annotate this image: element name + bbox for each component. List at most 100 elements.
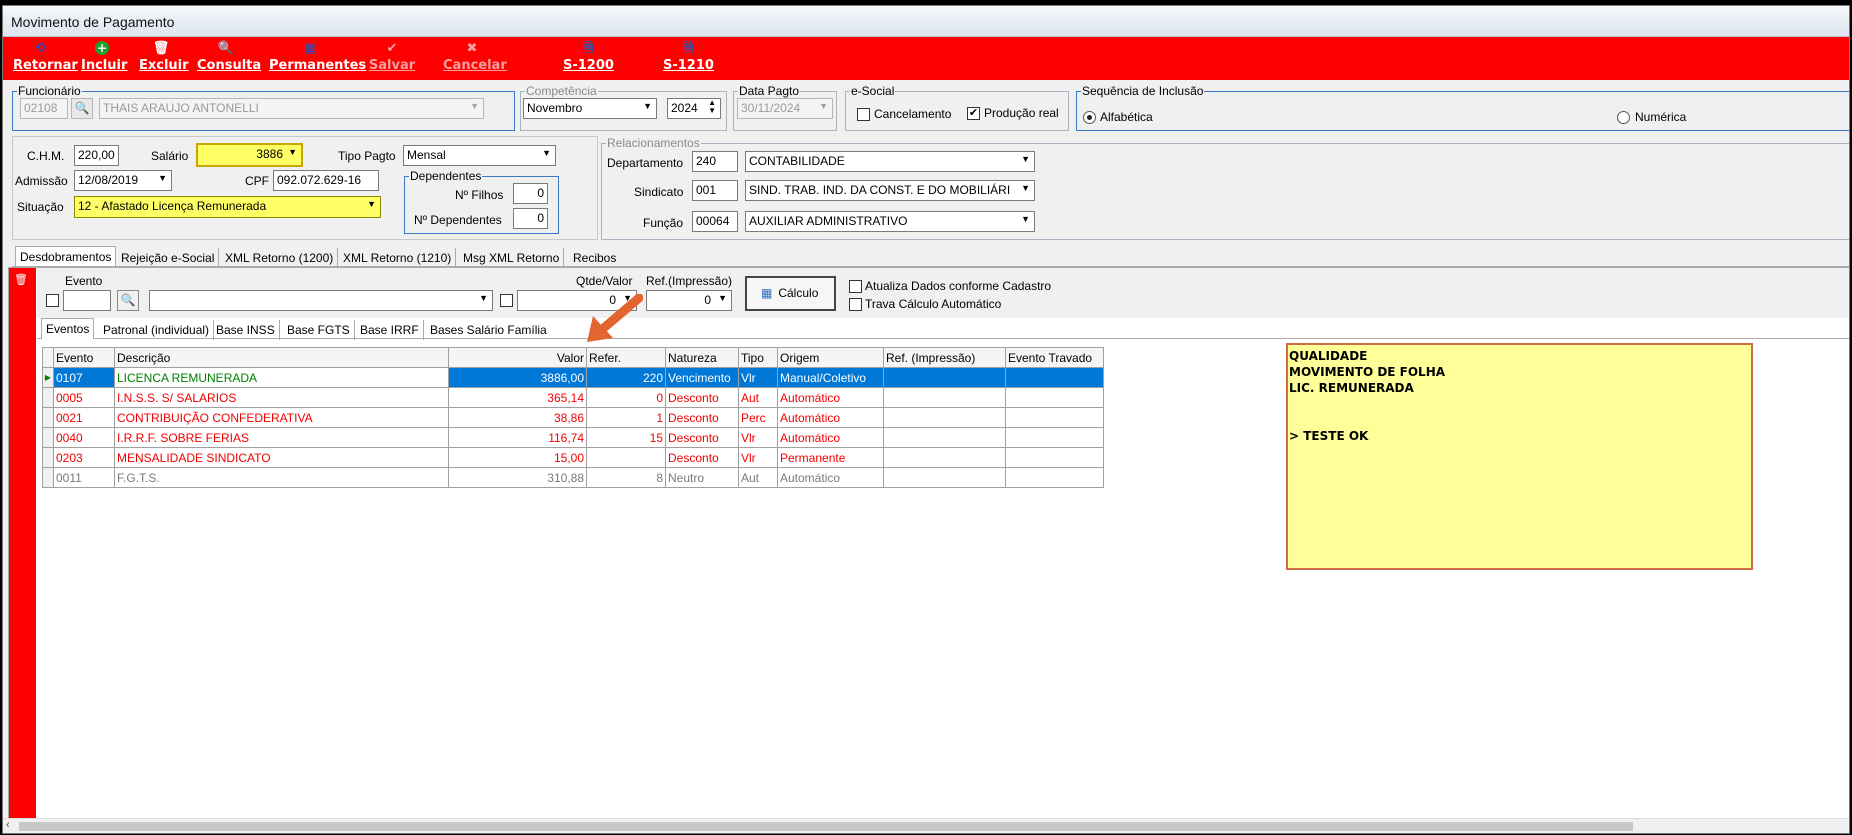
retornar-button[interactable]: ⟲ Retornar — [13, 40, 78, 78]
header-origem[interactable]: Origem — [777, 347, 884, 368]
cell-ref-impressao[interactable] — [883, 447, 1006, 468]
cell-evento-travado[interactable] — [1005, 407, 1104, 428]
cell-valor[interactable]: 38,86 — [448, 407, 587, 428]
cell-evento[interactable]: 0011 — [53, 467, 115, 488]
cell-descricao[interactable]: I.N.S.S. S/ SALARIOS — [114, 387, 449, 408]
evento-checkbox[interactable] — [46, 294, 59, 307]
cell-evento[interactable]: 0005 — [53, 387, 115, 408]
cell-valor[interactable]: 116,74 — [448, 427, 587, 448]
header-tipo[interactable]: Tipo — [738, 347, 778, 368]
cell-origem[interactable]: Manual/Coletivo — [777, 367, 884, 388]
cell-evento-travado[interactable] — [1005, 387, 1104, 408]
permanentes-button[interactable]: ▦ Permanentes — [269, 40, 366, 78]
cell-tipo[interactable]: Aut — [738, 467, 778, 488]
cell-natureza[interactable]: Desconto — [665, 387, 739, 408]
cell-refer[interactable]: 220 — [586, 367, 666, 388]
cell-valor[interactable]: 3886,00 — [448, 367, 587, 388]
search-icon[interactable]: 🔍 — [117, 290, 139, 311]
cell-descricao[interactable]: MENSALIDADE SINDICATO — [114, 447, 449, 468]
cell-tipo[interactable]: Perc — [738, 407, 778, 428]
s1200-button[interactable]: 🗎 S-1200 — [563, 40, 614, 78]
funcao-code-field[interactable]: 00064 — [692, 211, 738, 232]
cell-ref-impressao[interactable] — [883, 467, 1006, 488]
cell-tipo[interactable]: Aut — [738, 387, 778, 408]
cell-evento-travado[interactable] — [1005, 367, 1104, 388]
cell-refer[interactable]: 0 — [586, 387, 666, 408]
table-row[interactable]: 0005 I.N.S.S. S/ SALARIOS 365,14 0 Desco… — [42, 387, 1104, 408]
cell-valor[interactable]: 365,14 — [448, 387, 587, 408]
cancelamento-checkbox[interactable] — [857, 108, 870, 121]
cell-descricao[interactable]: CONTRIBUIÇÃO CONFEDERATIVA — [114, 407, 449, 428]
cell-evento[interactable]: 0040 — [53, 427, 115, 448]
subtab-patronal[interactable]: Patronal (individual) — [99, 320, 215, 340]
cell-descricao[interactable]: F.G.T.S. — [114, 467, 449, 488]
cell-natureza[interactable]: Desconto — [665, 447, 739, 468]
subtab-base-fgts[interactable]: Base FGTS — [283, 320, 355, 340]
cell-refer[interactable] — [586, 447, 666, 468]
table-row[interactable]: 0040 I.R.R.F. SOBRE FERIAS 116,74 15 Des… — [42, 427, 1104, 448]
cell-natureza[interactable]: Desconto — [665, 407, 739, 428]
cell-evento[interactable]: 0021 — [53, 407, 115, 428]
cell-natureza[interactable]: Desconto — [665, 427, 739, 448]
calculo-button[interactable]: ▦ Cálculo — [745, 276, 836, 311]
cell-origem[interactable]: Automático — [777, 427, 884, 448]
atualiza-checkbox[interactable] — [849, 280, 862, 293]
cell-evento[interactable]: 0107 — [53, 367, 115, 388]
ref-impressao-field[interactable]: 0 ▼ — [646, 290, 732, 311]
trava-checkbox[interactable] — [849, 298, 862, 311]
table-row[interactable]: ▶ 0107 LICENCA REMUNERADA 3886,00 220 Ve… — [42, 367, 1104, 388]
cell-origem[interactable]: Automático — [777, 387, 884, 408]
cell-refer[interactable]: 8 — [586, 467, 666, 488]
header-descricao[interactable]: Descrição — [114, 347, 449, 368]
delete-icon[interactable]: 🗑 — [14, 273, 28, 286]
tab-recibos[interactable]: Recibos — [569, 248, 620, 268]
funcionario-code-field[interactable]: 02108 — [20, 98, 68, 119]
cell-refer[interactable]: 15 — [586, 427, 666, 448]
cell-descricao[interactable]: LICENCA REMUNERADA — [114, 367, 449, 388]
scroll-left-icon[interactable]: ‹ — [6, 819, 10, 831]
header-ref-impressao[interactable]: Ref. (Impressão) — [883, 347, 1006, 368]
filhos-field[interactable]: 0 — [513, 183, 548, 204]
cell-tipo[interactable]: Vlr — [738, 427, 778, 448]
salario-select[interactable]: 3886 ▼ — [196, 143, 303, 167]
scrollbar-thumb[interactable] — [19, 822, 1633, 831]
header-natureza[interactable]: Natureza — [665, 347, 739, 368]
cell-valor[interactable]: 310,88 — [448, 467, 587, 488]
tab-msg-xml-retorno[interactable]: Msg XML Retorno — [459, 248, 565, 268]
cell-ref-impressao[interactable] — [883, 367, 1006, 388]
observation-note[interactable]: QUALIDADE MOVIMENTO DE FOLHA LIC. REMUNE… — [1286, 343, 1753, 570]
header-evento-travado[interactable]: Evento Travado — [1005, 347, 1104, 368]
alfabetica-radio[interactable] — [1083, 111, 1096, 124]
cell-descricao[interactable]: I.R.R.F. SOBRE FERIAS — [114, 427, 449, 448]
funcionario-name-select[interactable]: THAIS ARAUJO ANTONELLI ▼ — [99, 98, 484, 119]
subtab-bases-salario-familia[interactable]: Bases Salário Família — [426, 320, 551, 340]
subtab-eventos[interactable]: Eventos — [41, 318, 95, 339]
cell-valor[interactable]: 15,00 — [448, 447, 587, 468]
s1210-button[interactable]: 🗎 S-1210 — [663, 40, 714, 78]
horizontal-scrollbar[interactable]: ‹ — [3, 818, 1849, 833]
producao-real-checkbox[interactable]: ✔ — [967, 107, 980, 120]
header-evento[interactable]: Evento — [53, 347, 115, 368]
subtab-base-inss[interactable]: Base INSS — [212, 320, 280, 340]
evento-code-field[interactable] — [63, 290, 111, 311]
cell-tipo[interactable]: Vlr — [738, 447, 778, 468]
numerica-radio[interactable] — [1617, 111, 1630, 124]
tipo-pagto-select[interactable]: Mensal ▼ — [403, 145, 556, 166]
cell-ref-impressao[interactable] — [883, 407, 1006, 428]
cpf-field[interactable]: 092.072.629-16 — [273, 170, 379, 191]
header-valor[interactable]: Valor — [448, 347, 587, 368]
sindicato-code-field[interactable]: 001 — [692, 180, 738, 201]
cell-origem[interactable]: Permanente — [777, 447, 884, 468]
cancelar-button[interactable]: ✖ Cancelar — [443, 40, 507, 78]
competencia-year-spinner[interactable]: 2024 ▲ ▼ — [667, 98, 721, 119]
cell-ref-impressao[interactable] — [883, 427, 1006, 448]
table-row[interactable]: 0203 MENSALIDADE SINDICATO 15,00 Descont… — [42, 447, 1104, 468]
tab-xml-retorno-1210[interactable]: XML Retorno (1210) — [339, 248, 457, 268]
funcao-select[interactable]: AUXILIAR ADMINISTRATIVO ▼ — [745, 211, 1035, 232]
sindicato-select[interactable]: SIND. TRAB. IND. DA CONST. E DO MOBILIÁR… — [745, 180, 1035, 201]
cell-evento-travado[interactable] — [1005, 447, 1104, 468]
situacao-select[interactable]: 12 - Afastado Licença Remunerada ▼ — [74, 196, 381, 218]
search-employee-icon[interactable]: 🔍 — [71, 98, 93, 119]
incluir-button[interactable]: + Incluir — [81, 40, 127, 78]
salvar-button[interactable]: ✔ Salvar — [367, 40, 417, 78]
